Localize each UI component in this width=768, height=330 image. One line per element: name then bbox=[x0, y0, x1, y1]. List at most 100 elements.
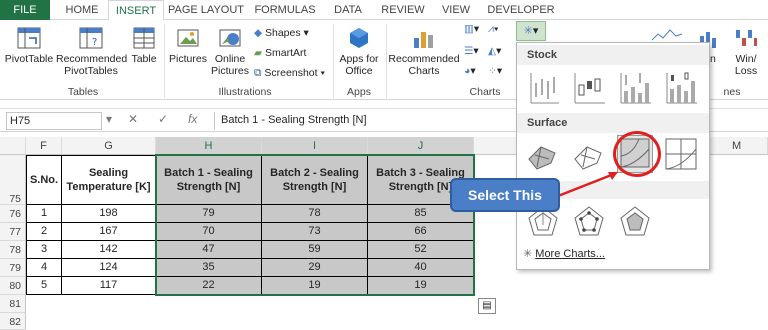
table-cell[interactable]: 70 bbox=[156, 223, 262, 241]
column-header-h[interactable]: H bbox=[156, 137, 262, 155]
smartart-button[interactable]: ▰ SmartArt bbox=[254, 46, 306, 60]
excel-window: FILE HOME INSERT PAGE LAYOUT FORMULAS DA… bbox=[0, 0, 768, 330]
filled-radar-chart-option[interactable] bbox=[617, 203, 653, 241]
high-low-close-chart-option[interactable] bbox=[525, 69, 561, 107]
row-header-80[interactable]: 80 bbox=[0, 277, 26, 295]
table-cell[interactable]: 66 bbox=[368, 223, 474, 241]
open-high-low-close-chart-option[interactable] bbox=[571, 69, 607, 107]
group-separator bbox=[333, 24, 334, 98]
pictures-icon bbox=[177, 29, 199, 47]
row-header-81[interactable]: 81 bbox=[0, 295, 26, 313]
table-cell[interactable]: 1 bbox=[26, 205, 62, 223]
row-header-77[interactable]: 77 bbox=[0, 223, 26, 241]
shapes-button[interactable]: ◆ Shapes ▾ bbox=[254, 26, 309, 40]
row-header-78[interactable]: 78 bbox=[0, 241, 26, 259]
row-header-79[interactable]: 79 bbox=[0, 259, 26, 277]
tab-insert[interactable]: INSERT bbox=[108, 0, 164, 21]
table-cell[interactable]: 47 bbox=[156, 241, 262, 259]
radar-with-markers-chart-option[interactable] bbox=[571, 203, 607, 241]
line-chart-button[interactable]: ⩘▾ bbox=[488, 22, 498, 36]
column-header-m[interactable]: M bbox=[732, 137, 741, 155]
column-chart-button[interactable]: ▥▾ bbox=[464, 22, 479, 36]
column-header-j[interactable]: J bbox=[368, 137, 474, 155]
table-cell[interactable]: 59 bbox=[262, 241, 368, 259]
win-loss-sparkline-button[interactable]: Win/ Loss bbox=[728, 24, 764, 77]
insert-function-icon[interactable]: fx bbox=[188, 112, 197, 126]
smartart-icon: ▰ bbox=[254, 47, 263, 59]
quick-analysis-button[interactable]: ▤ bbox=[478, 298, 496, 314]
select-all-corner[interactable] bbox=[0, 137, 26, 155]
table-button[interactable]: Table bbox=[128, 24, 160, 65]
table-cell[interactable]: 124 bbox=[62, 259, 156, 277]
bar-chart-button[interactable]: ☰▾ bbox=[464, 44, 479, 58]
table-cell[interactable]: 19 bbox=[262, 277, 368, 295]
header-sealing-temperature[interactable]: Sealing Temperature [K] bbox=[62, 155, 156, 205]
table-cell[interactable]: 40 bbox=[368, 259, 474, 277]
recommended-pivottables-button[interactable]: ? Recommended PivotTables bbox=[56, 24, 128, 77]
table-cell[interactable]: 19 bbox=[368, 277, 474, 295]
tab-data[interactable]: DATA bbox=[326, 0, 370, 20]
table-cell[interactable]: 198 bbox=[62, 205, 156, 223]
pictures-button[interactable]: Pictures bbox=[168, 24, 208, 65]
name-box[interactable]: H75 bbox=[6, 112, 102, 130]
table-cell[interactable]: 73 bbox=[262, 223, 368, 241]
table-icon bbox=[133, 27, 155, 49]
table-cell[interactable]: 167 bbox=[62, 223, 156, 241]
sparklines-group-label: nes bbox=[723, 86, 741, 98]
wireframe-contour-chart-option[interactable] bbox=[663, 135, 699, 173]
table-cell[interactable]: 5 bbox=[26, 277, 62, 295]
table-cell[interactable]: 142 bbox=[62, 241, 156, 259]
radar-chart-icon: ✳ bbox=[523, 248, 533, 260]
column-header-f[interactable]: F bbox=[26, 137, 62, 155]
header-batch-1[interactable]: Batch 1 - Sealing Strength [N] bbox=[156, 155, 262, 205]
tab-formulas[interactable]: FORMULAS bbox=[250, 0, 320, 20]
name-box-dropdown-icon[interactable]: ▾ bbox=[106, 112, 112, 126]
pivottable-label: PivotTable bbox=[4, 53, 54, 65]
cancel-icon[interactable]: ✕ bbox=[128, 112, 138, 126]
tab-review[interactable]: REVIEW bbox=[376, 0, 430, 20]
enter-icon[interactable]: ✓ bbox=[158, 112, 168, 126]
more-charts-link[interactable]: ✳ More Charts... bbox=[523, 247, 605, 260]
screenshot-button[interactable]: ⧉ Screenshot ▾ bbox=[254, 66, 325, 80]
header-sno[interactable]: S.No. bbox=[26, 155, 62, 205]
table-cell[interactable]: 52 bbox=[368, 241, 474, 259]
formula-input[interactable]: Batch 1 - Sealing Strength [N] bbox=[214, 112, 514, 130]
tab-developer[interactable]: DEVELOPER bbox=[484, 0, 558, 20]
pivottable-icon bbox=[17, 27, 41, 49]
table-cell[interactable]: 78 bbox=[262, 205, 368, 223]
pivottable-button[interactable]: PivotTable bbox=[4, 24, 54, 65]
pie-chart-button[interactable]: ◕▾ bbox=[464, 64, 476, 78]
volume-ohlc-chart-option[interactable] bbox=[663, 69, 699, 107]
recommended-charts-label: Recommended Charts bbox=[388, 53, 460, 77]
table-cell[interactable]: 2 bbox=[26, 223, 62, 241]
table-cell[interactable]: 29 bbox=[262, 259, 368, 277]
row-header-82[interactable]: 82 bbox=[0, 313, 26, 330]
table-cell[interactable]: 35 bbox=[156, 259, 262, 277]
scatter-chart-button[interactable]: ⁘▾ bbox=[488, 64, 502, 78]
table-cell[interactable]: 3 bbox=[26, 241, 62, 259]
group-separator bbox=[164, 24, 165, 98]
tab-view[interactable]: VIEW bbox=[436, 0, 476, 20]
header-batch-2[interactable]: Batch 2 - Sealing Strength [N] bbox=[262, 155, 368, 205]
column-header-i[interactable]: I bbox=[262, 137, 368, 155]
recommended-charts-button[interactable]: Recommended Charts bbox=[388, 24, 460, 77]
row-header-76[interactable]: 76 bbox=[0, 205, 26, 223]
row-header-75[interactable]: 75 bbox=[0, 155, 26, 205]
tab-file[interactable]: FILE bbox=[0, 0, 50, 20]
shapes-icon: ◆ bbox=[254, 27, 263, 39]
recommended-pivottables-label: Recommended PivotTables bbox=[56, 53, 128, 77]
smartart-label: SmartArt bbox=[265, 47, 307, 59]
other-charts-button[interactable]: ✳▾ bbox=[516, 21, 546, 41]
column-header-g[interactable]: G bbox=[62, 137, 156, 155]
table-cell[interactable]: 117 bbox=[62, 277, 156, 295]
tab-page-layout[interactable]: PAGE LAYOUT bbox=[168, 0, 244, 20]
area-chart-button[interactable]: ◭▾ bbox=[488, 44, 501, 58]
apps-for-office-button[interactable]: Apps for Office bbox=[336, 24, 382, 77]
tab-home[interactable]: HOME bbox=[60, 0, 104, 20]
table-cell[interactable]: 4 bbox=[26, 259, 62, 277]
table-cell[interactable]: 79 bbox=[156, 205, 262, 223]
stock-section-header: Stock bbox=[517, 45, 709, 65]
online-pictures-button[interactable]: Online Pictures bbox=[210, 24, 250, 77]
volume-high-low-close-chart-option[interactable] bbox=[617, 69, 653, 107]
table-cell[interactable]: 22 bbox=[156, 277, 262, 295]
